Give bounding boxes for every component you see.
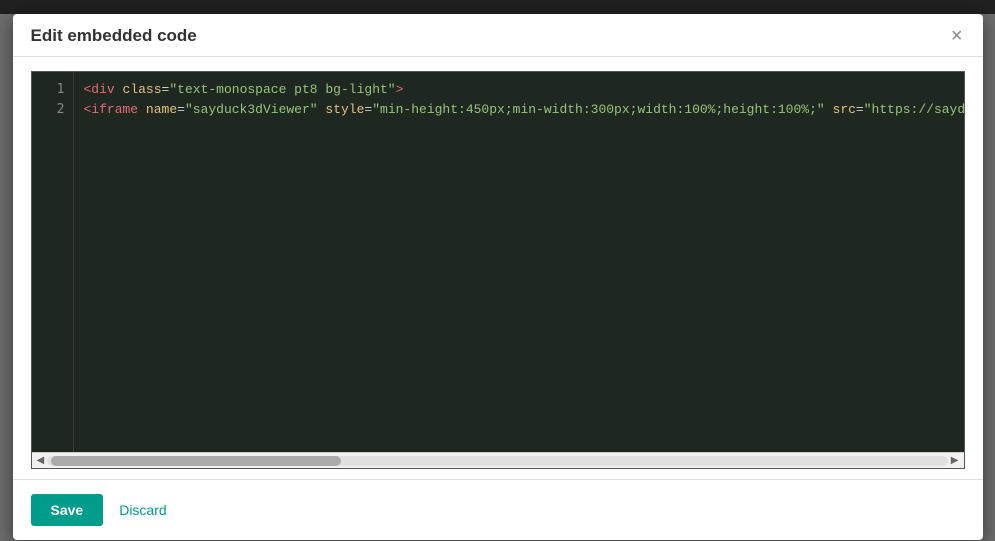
- modal-footer: Save Discard: [13, 479, 983, 540]
- scroll-right-arrow[interactable]: ▶: [948, 455, 962, 466]
- line-number-2: 2: [57, 100, 65, 120]
- code-editor-wrapper[interactable]: 1 2 <div class="text-monospace pt8 bg-li…: [31, 71, 965, 469]
- modal-title: Edit embedded code: [31, 26, 197, 46]
- modal-overlay: Edit embedded code × 1 2 <div class="tex…: [0, 0, 995, 541]
- scrollbar-thumb[interactable]: [51, 456, 341, 466]
- save-button[interactable]: Save: [31, 494, 104, 526]
- discard-button[interactable]: Discard: [119, 502, 166, 518]
- code-content[interactable]: <div class="text-monospace pt8 bg-light"…: [74, 72, 964, 452]
- close-button[interactable]: ×: [949, 26, 965, 46]
- scrollbar-track[interactable]: [47, 456, 948, 466]
- scroll-left-arrow[interactable]: ◀: [34, 455, 48, 466]
- code-line-1: <div class="text-monospace pt8 bg-light"…: [84, 80, 954, 100]
- line-number-1: 1: [57, 80, 65, 100]
- line-numbers: 1 2: [32, 72, 74, 452]
- modal-header: Edit embedded code ×: [13, 14, 983, 57]
- modal-dialog: Edit embedded code × 1 2 <div class="tex…: [13, 14, 983, 540]
- code-line-2: <iframe name="sayduck3dViewer" style="mi…: [84, 100, 954, 120]
- horizontal-scrollbar[interactable]: ◀ ▶: [32, 452, 964, 468]
- code-editor[interactable]: 1 2 <div class="text-monospace pt8 bg-li…: [32, 72, 964, 452]
